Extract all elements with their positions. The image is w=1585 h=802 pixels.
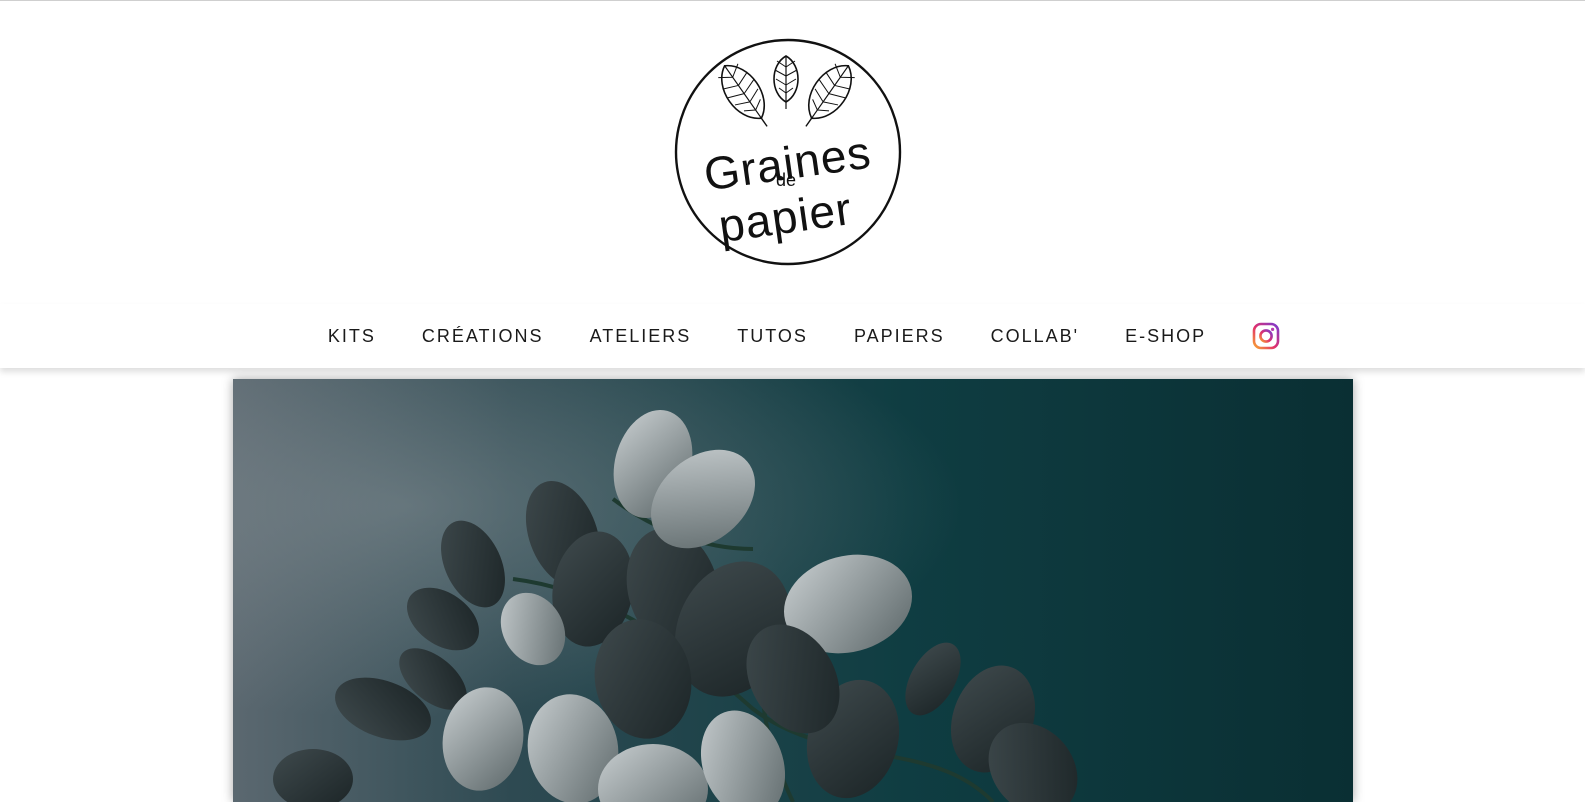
nav-item-ateliers[interactable]: ATELIERS	[590, 326, 692, 347]
nav-item-papiers[interactable]: PAPIERS	[854, 326, 945, 347]
nav-item-collab[interactable]: COLLAB'	[991, 326, 1079, 347]
eucalyptus-photo	[233, 379, 1353, 802]
main-navigation: KITS CRÉATIONS ATELIERS TUTOS PAPIERS CO…	[0, 304, 1585, 368]
instagram-icon[interactable]	[1252, 322, 1280, 350]
nav-item-tutos[interactable]: TUTOS	[737, 326, 808, 347]
logo-wordmark-de: de	[776, 170, 796, 190]
top-border	[0, 0, 1585, 1]
nav-item-creations[interactable]: CRÉATIONS	[422, 326, 544, 347]
nav-item-eshop[interactable]: E-SHOP	[1125, 326, 1206, 347]
nav-item-kits[interactable]: KITS	[328, 326, 376, 347]
site-logo[interactable]: Graines de papier	[673, 37, 903, 267]
hero-image	[233, 379, 1353, 802]
nav-menu: KITS CRÉATIONS ATELIERS TUTOS PAPIERS CO…	[305, 322, 1280, 350]
leaves-logo-icon: Graines de papier	[674, 38, 902, 266]
